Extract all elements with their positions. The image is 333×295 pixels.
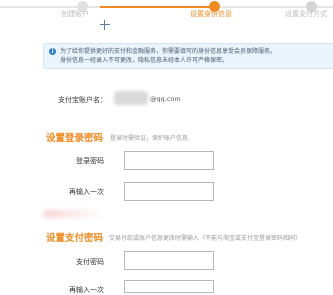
step-label-identity: 设置身份信息 (190, 10, 232, 18)
decorative-smear (44, 210, 104, 218)
login-password-hint: 登录时需验证，保护账户信息 (110, 135, 189, 142)
pay-password-input[interactable] (124, 251, 214, 270)
notice-line-2: 身份信息一经录入不可更改，隐私信息未经本人许可严格保密。 (60, 57, 229, 64)
login-password-title: 设置登录密码 (46, 133, 104, 144)
pay-password-title: 设置支付密码 (46, 233, 104, 244)
step-connector-active (100, 6, 220, 8)
account-name-label: 支付宝账户名： (58, 96, 107, 104)
account-domain: @qq.com (150, 95, 181, 103)
pay-password-label: 支付密码 (76, 258, 104, 266)
notice-line-1: 为了给你提供更好的支付和金融服务，你需要填写的身份信息享受会员保障服务。 (60, 48, 277, 55)
step-label-payment: 设置支付方式 (285, 10, 327, 18)
info-icon: i (49, 48, 56, 55)
login-password-label: 登录密码 (76, 157, 104, 165)
pay-password-confirm-label: 再输入一次 (69, 286, 104, 294)
step-label-create-account: 创建账户 (61, 10, 89, 18)
crosshair-cursor-icon (100, 20, 110, 30)
login-password-input[interactable] (124, 151, 214, 170)
login-password-confirm-input[interactable] (124, 182, 214, 201)
account-name-blurred (114, 91, 148, 105)
pay-password-hint: 交易付款或账户信息更改时需输入（不能与淘宝或支付宝登录密码相同） (109, 235, 302, 242)
info-notice: i 为了给你提供更好的支付和金融服务，你需要填写的身份信息享受会员保障服务。 身… (43, 43, 333, 69)
login-password-confirm-label: 再输入一次 (69, 188, 104, 196)
progress-steps: 创建账户 设置身份信息 设置支付方式 (0, 0, 333, 34)
pay-password-confirm-input[interactable] (124, 280, 214, 293)
